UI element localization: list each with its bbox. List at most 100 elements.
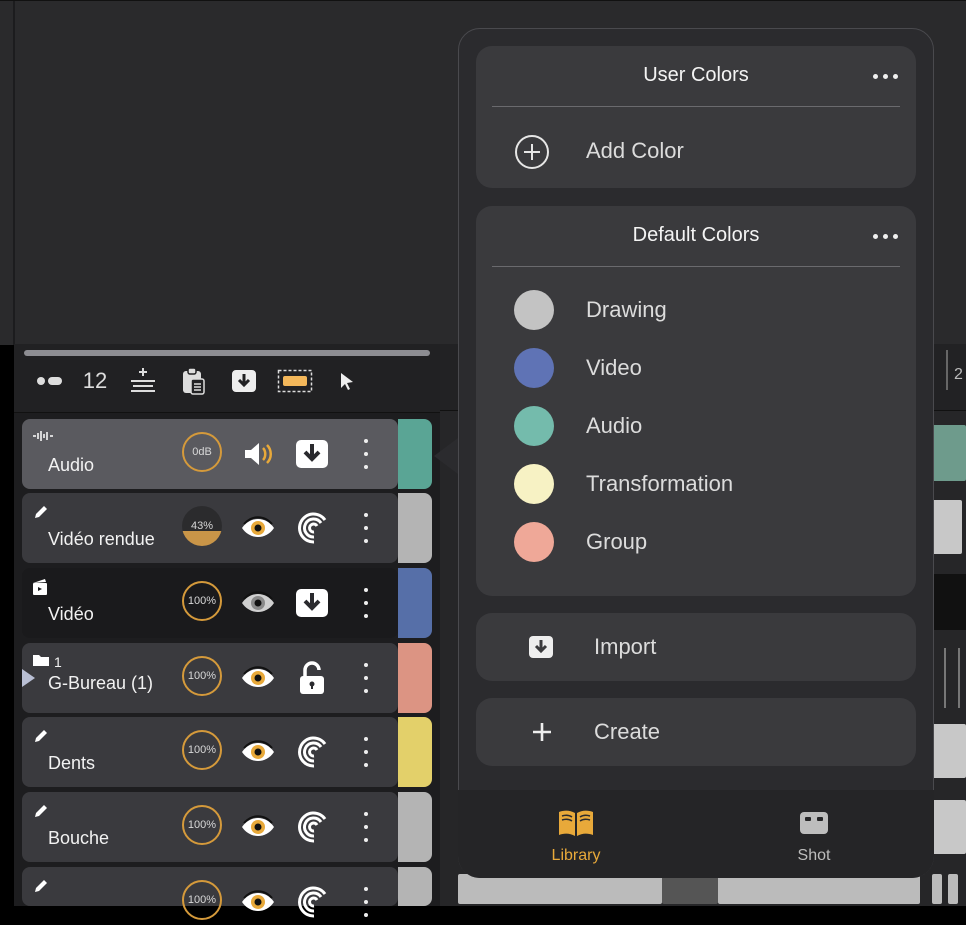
shot-icon xyxy=(800,812,828,834)
import-icon[interactable] xyxy=(294,585,330,621)
onion-icon[interactable] xyxy=(294,884,330,920)
import-icon[interactable] xyxy=(294,436,330,472)
timeline-block[interactable] xyxy=(718,874,920,904)
color-label[interactable]: Group xyxy=(586,529,647,555)
create-card[interactable]: Create xyxy=(476,698,916,766)
layer-number: 1 xyxy=(54,654,62,670)
add-color-icon[interactable] xyxy=(514,134,550,170)
layer-menu-icon[interactable] xyxy=(356,513,376,543)
onion-icon[interactable] xyxy=(294,734,330,770)
layer-name: Dents xyxy=(48,753,96,773)
unlock-icon[interactable] xyxy=(294,660,330,696)
layer-menu-icon[interactable] xyxy=(356,439,376,469)
color-swatch[interactable] xyxy=(514,464,554,504)
layer-name: Bouche xyxy=(48,828,110,848)
onion-icon[interactable] xyxy=(294,809,330,845)
eye-icon[interactable] xyxy=(240,660,276,696)
timeline-block[interactable] xyxy=(932,724,966,778)
eye-icon[interactable] xyxy=(240,734,276,770)
timeline-block[interactable] xyxy=(948,874,958,904)
layer-color-swatch[interactable] xyxy=(398,792,432,862)
pointer-icon[interactable] xyxy=(334,366,360,396)
opacity-knob[interactable]: 100% xyxy=(182,805,222,845)
layer-menu-icon[interactable] xyxy=(356,737,376,767)
volume-knob[interactable]: 0dB xyxy=(182,432,222,472)
layer-color-swatch[interactable] xyxy=(398,643,432,713)
user-colors-card: User Colors Add Color xyxy=(476,46,916,188)
layer-menu-icon[interactable] xyxy=(356,588,376,618)
layer-color-swatch[interactable] xyxy=(398,717,432,787)
import-icon[interactable] xyxy=(228,366,260,396)
pencil-icon xyxy=(32,727,52,745)
opacity-knob[interactable]: 100% xyxy=(182,581,222,621)
color-swatch[interactable] xyxy=(514,348,554,388)
layer-row[interactable]: 1 G-Bureau (1) 100% xyxy=(22,643,398,713)
tab-library[interactable]: Library xyxy=(516,808,636,865)
opacity-knob[interactable]: 100% xyxy=(182,880,222,920)
book-icon xyxy=(559,810,593,836)
ruler-label: 2 xyxy=(954,366,963,383)
timeline-block[interactable] xyxy=(932,574,966,630)
selection-rect-icon[interactable] xyxy=(276,366,314,396)
pencil-icon xyxy=(32,503,52,521)
popover-arrow xyxy=(434,438,458,474)
timeline-block[interactable] xyxy=(662,874,718,904)
speaker-icon[interactable] xyxy=(240,436,276,472)
expand-icon[interactable] xyxy=(22,669,35,687)
layer-name: Audio xyxy=(48,455,95,475)
create-button[interactable]: Create xyxy=(594,719,660,745)
onion-icon[interactable] xyxy=(294,510,330,546)
timeline-block[interactable] xyxy=(932,800,966,854)
eye-icon[interactable] xyxy=(240,585,276,621)
layer-menu-icon[interactable] xyxy=(356,887,376,917)
import-card[interactable]: Import xyxy=(476,613,916,681)
eye-icon[interactable] xyxy=(240,809,276,845)
clipboard-icon[interactable] xyxy=(176,366,210,396)
tab-library-label: Library xyxy=(551,847,601,864)
timeline-block[interactable] xyxy=(932,874,942,904)
opacity-knob[interactable]: 100% xyxy=(182,730,222,770)
color-label[interactable]: Drawing xyxy=(586,297,667,323)
color-label[interactable]: Video xyxy=(586,355,642,381)
color-swatch[interactable] xyxy=(514,406,554,446)
frame-number[interactable]: 12 xyxy=(80,366,110,396)
folder-icon xyxy=(32,653,52,671)
layer-color-swatch[interactable] xyxy=(398,493,432,563)
layer-menu-icon[interactable] xyxy=(356,663,376,693)
layer-row[interactable]: Vidéo rendue 43% xyxy=(22,493,398,563)
layer-color-swatch[interactable] xyxy=(398,568,432,638)
timeline-block[interactable] xyxy=(458,874,662,904)
more-icon[interactable] xyxy=(873,234,898,239)
layer-row[interactable]: Audio 0dB xyxy=(22,419,398,489)
import-icon xyxy=(528,635,554,659)
layer-color-swatch[interactable] xyxy=(398,867,432,906)
horizontal-scrollbar[interactable] xyxy=(24,350,430,356)
import-button[interactable]: Import xyxy=(594,634,656,660)
layer-name: G-Bureau (1) xyxy=(48,673,154,693)
layer-row[interactable]: Bouche 100% xyxy=(22,792,398,862)
tab-shot[interactable]: Shot xyxy=(754,808,874,865)
layer-color-swatch[interactable] xyxy=(398,419,432,489)
add-layer-icon[interactable] xyxy=(126,366,160,396)
more-icon[interactable] xyxy=(873,74,898,79)
opacity-knob[interactable]: 100% xyxy=(182,656,222,696)
layer-row[interactable]: 100% xyxy=(22,867,398,920)
opacity-knob[interactable]: 43% xyxy=(182,506,222,546)
pencil-icon xyxy=(32,877,52,895)
add-color-button[interactable]: Add Color xyxy=(586,138,684,164)
color-label[interactable]: Audio xyxy=(586,413,642,439)
timeline-block[interactable] xyxy=(932,425,966,481)
color-swatch[interactable] xyxy=(514,290,554,330)
default-colors-card: Default Colors Drawing Video Audio Transfor… xyxy=(476,206,916,596)
timeline-block[interactable] xyxy=(932,500,962,554)
onion-skin-icon[interactable] xyxy=(34,366,64,396)
eye-icon[interactable] xyxy=(240,510,276,546)
color-label[interactable]: Transformation xyxy=(586,471,733,497)
layer-row[interactable]: Vidéo 100% xyxy=(22,568,398,638)
clapper-icon xyxy=(32,578,52,596)
layer-menu-icon[interactable] xyxy=(356,812,376,842)
eye-icon[interactable] xyxy=(240,884,276,920)
layer-row[interactable]: Dents 100% xyxy=(22,717,398,787)
default-colors-title: Default Colors xyxy=(632,224,760,246)
color-swatch[interactable] xyxy=(514,522,554,562)
